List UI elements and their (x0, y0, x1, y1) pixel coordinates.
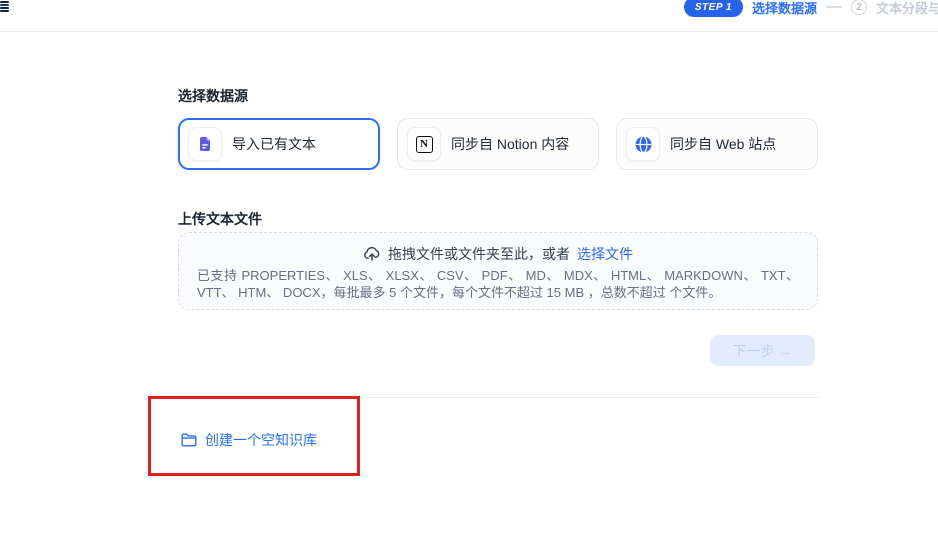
file-text-icon (188, 127, 222, 161)
step-separator (826, 6, 842, 8)
dropzone-prompt: 拖拽文件或文件夹至此，或者 (388, 244, 570, 264)
option-label: 同步自 Notion 内容 (451, 134, 569, 154)
option-import-text[interactable]: 导入已有文本 (178, 118, 380, 170)
datasource-heading: 选择数据源 (178, 86, 248, 106)
option-sync-web[interactable]: 同步自 Web 站点 (616, 118, 818, 170)
supported-formats-hint: 已支持 PROPERTIES、 XLS、 XLSX、 CSV、 PDF、 MD、… (197, 268, 799, 301)
hamburger-icon[interactable] (0, 1, 9, 14)
file-dropzone[interactable]: 拖拽文件或文件夹至此，或者 选择文件 已支持 PROPERTIES、 XLS、 … (178, 232, 818, 310)
option-label: 同步自 Web 站点 (670, 134, 776, 154)
section-divider (180, 397, 818, 398)
globe-icon (626, 127, 660, 161)
next-step-button[interactable]: 下一步 → (710, 335, 815, 366)
folder-icon (181, 433, 197, 447)
notion-icon: N (407, 127, 441, 161)
create-empty-kb-label: 创建一个空知识库 (205, 430, 317, 450)
upload-cloud-icon (363, 245, 381, 263)
create-empty-kb-link[interactable]: 创建一个空知识库 (181, 430, 317, 450)
upload-heading: 上传文本文件 (178, 209, 262, 229)
step-indicator: STEP 1 选择数据源 2 文本分段与清 (684, 0, 938, 21)
step2-label: 文本分段与清 (876, 0, 938, 17)
step1-label: 选择数据源 (752, 0, 817, 17)
step2-number-circle: 2 (851, 0, 867, 15)
option-sync-notion[interactable]: N 同步自 Notion 内容 (397, 118, 599, 170)
dropzone-prompt-row: 拖拽文件或文件夹至此，或者 选择文件 (179, 244, 817, 264)
option-label: 导入已有文本 (232, 134, 316, 154)
browse-files-link[interactable]: 选择文件 (577, 244, 633, 264)
step1-badge: STEP 1 (684, 0, 743, 17)
top-header-bar: STEP 1 选择数据源 2 文本分段与清 (0, 0, 938, 32)
datasource-options: 导入已有文本 N 同步自 Notion 内容 同步自 Web 站点 (178, 118, 818, 170)
